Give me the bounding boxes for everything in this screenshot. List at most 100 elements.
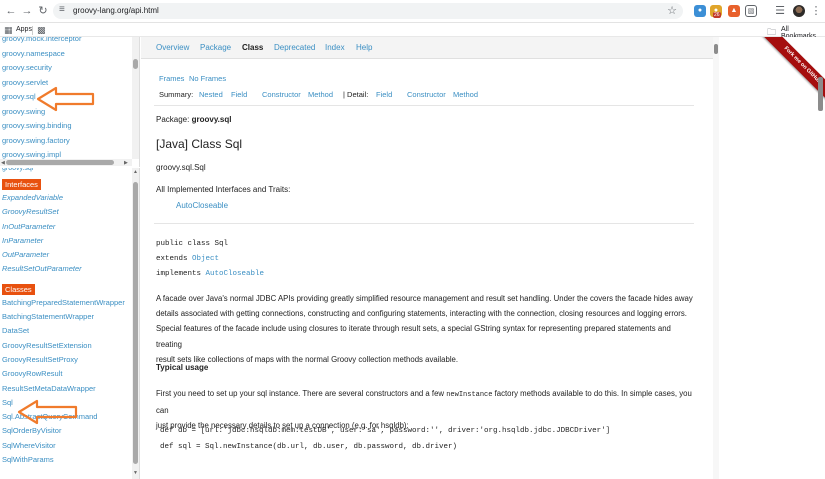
usage-line: First you need to set up your sql instan… [156, 386, 696, 418]
scrollbar-thumb[interactable] [133, 182, 138, 464]
class-item[interactable]: GroovyResultSetProxy [2, 355, 132, 369]
bookmark-apps[interactable]: Apps [16, 26, 32, 33]
interface-list: ExpandedVariable GroovyResultSet InOutPara… [2, 193, 132, 279]
no-frames-link[interactable]: No Frames [189, 74, 226, 83]
inline-code: newInstance [446, 391, 493, 399]
site-info-icon[interactable]: ≡ [59, 4, 65, 15]
interface-item[interactable]: GroovyResultSet [2, 207, 132, 221]
package-item[interactable]: groovy.mock.interceptor [2, 37, 81, 49]
page-scrollbar-thumb[interactable] [818, 77, 823, 111]
object-link[interactable]: Object [192, 255, 219, 263]
implements-keyword: implements [156, 270, 206, 278]
extends-line: extends Object [156, 255, 219, 263]
divider [154, 223, 694, 224]
forward-arrow-icon[interactable]: → [20, 4, 34, 18]
package-item[interactable]: groovy.security [2, 63, 81, 78]
description-line: result sets like collections of maps wit… [156, 354, 459, 364]
interface-item[interactable]: ResultSetOutParameter [2, 264, 132, 278]
summary-method-link[interactable]: Method [308, 90, 333, 99]
class-vertical-scrollbar[interactable] [132, 168, 139, 479]
implements-line: implements AutoCloseable [156, 270, 264, 278]
puzzle-icon[interactable]: ▧ [745, 5, 757, 17]
nav-index[interactable]: Index [325, 43, 345, 52]
autocloseable-link[interactable]: AutoCloseable [176, 201, 228, 210]
extension-icon[interactable]: ● [694, 5, 706, 17]
fully-qualified-name: groovy.sql.Sql [156, 163, 206, 172]
fork-me-ribbon[interactable]: Fork me on GitHub [758, 37, 825, 109]
class-doc-frame: Overview Package Class Deprecated Index … [141, 37, 713, 479]
url-text[interactable]: groovy-lang.org/api.html [73, 6, 159, 15]
apps-grid-icon[interactable]: ▦ [4, 25, 13, 36]
extends-keyword: extends [156, 255, 193, 263]
scroll-right-icon[interactable]: ▶ [124, 160, 128, 166]
nav-help[interactable]: Help [356, 43, 372, 52]
scroll-down-icon[interactable]: ▼ [133, 470, 138, 476]
scrollbar-thumb[interactable] [133, 59, 138, 69]
scrollbar-thumb[interactable] [714, 44, 718, 54]
nav-deprecated[interactable]: Deprecated [274, 43, 315, 52]
description-line: Special features of the facade include u… [156, 324, 671, 349]
summary-nested-link[interactable]: Nested [199, 90, 223, 99]
class-item[interactable]: DataSet [2, 326, 132, 340]
bookmark-star-icon[interactable]: ☆ [667, 4, 677, 17]
class-item[interactable]: SqlWithParams [2, 455, 132, 469]
menu-kebab-icon[interactable]: ⋮ [809, 4, 823, 18]
nav-overview[interactable]: Overview [156, 43, 189, 52]
package-heading: groovy.sql [2, 168, 34, 172]
package-label: Package: [156, 115, 190, 124]
autocloseable-decl-link[interactable]: AutoCloseable [206, 270, 265, 278]
detail-constructor-link[interactable]: Constructor [407, 90, 446, 99]
class-item[interactable]: SqlWhereVisitor [2, 441, 132, 455]
package-item[interactable]: groovy.namespace [2, 49, 81, 64]
bookmarks-bar: ▦ Apps ▩ 🗀 All Bookmarks [0, 23, 825, 40]
detail-field-link[interactable]: Field [376, 90, 392, 99]
interface-item[interactable]: InOutParameter [2, 222, 132, 236]
page-title: [Java] Class Sql [156, 137, 243, 151]
classes-list: BatchingPreparedStatementWrapper Batching… [2, 298, 132, 470]
class-item[interactable]: BatchingStatementWrapper [2, 312, 132, 326]
frames-link[interactable]: Frames [159, 74, 184, 83]
back-arrow-icon[interactable]: ← [4, 4, 18, 18]
classes-header: Classes [2, 283, 35, 295]
scrollbar-thumb[interactable] [6, 160, 114, 165]
scroll-left-icon[interactable]: ◀ [1, 160, 5, 166]
package-line: Package: groovy.sql [156, 115, 231, 124]
nav-package[interactable]: Package [200, 43, 231, 52]
code-line: def db = [url:'jdbc:hsqldb:mem:testDB', … [160, 427, 611, 435]
package-vertical-scrollbar[interactable] [132, 37, 139, 159]
interfaces-header: Interfaces [2, 179, 41, 190]
class-item[interactable]: GroovyRowResult [2, 369, 132, 383]
summary-field-link[interactable]: Field [231, 90, 247, 99]
summary-constructor-link[interactable]: Constructor [262, 90, 301, 99]
reload-icon[interactable]: ↻ [36, 4, 50, 18]
avatar[interactable] [793, 5, 805, 17]
class-list-frame: groovy.sql Interfaces ExpandedVariable Gr… [0, 168, 140, 479]
address-bar[interactable]: ≡ groovy-lang.org/api.html ☆ [53, 3, 683, 19]
extension-badge: 26 [713, 12, 721, 18]
package-name: groovy.sql [191, 115, 232, 124]
summary-label: Summary: [159, 90, 194, 99]
top-navigation: Overview Package Class Deprecated Index … [141, 37, 713, 59]
grid-icon[interactable]: ▩ [37, 25, 46, 36]
class-item[interactable]: ResultSetMetaDataWrapper [2, 384, 132, 398]
interface-item[interactable]: ExpandedVariable [2, 193, 132, 207]
extension-icon[interactable]: ▲ [728, 5, 740, 17]
class-declaration: public class Sql [156, 240, 229, 248]
interface-item[interactable]: OutParameter [2, 250, 132, 264]
class-item[interactable]: SqlOrderByVisitor [2, 426, 132, 440]
package-item[interactable]: groovy.swing.factory [2, 136, 81, 151]
detail-method-link[interactable]: Method [453, 90, 478, 99]
media-icon[interactable]: ☰ [773, 4, 787, 18]
nav-class: Class [242, 43, 264, 52]
package-horizontal-scrollbar[interactable] [0, 159, 132, 166]
description-paragraph: A facade over Java's normal JDBC APIs pr… [156, 291, 696, 367]
typical-usage-heading: Typical usage [156, 363, 209, 372]
detail-label: | Detail: [343, 90, 369, 99]
annotation-arrow-icon [17, 399, 78, 425]
package-item[interactable]: groovy.swing.binding [2, 121, 81, 136]
interface-item[interactable]: InParameter [2, 236, 132, 250]
annotation-arrow-icon [36, 86, 95, 112]
class-item[interactable]: GroovyResultSetExtension [2, 341, 132, 355]
scroll-up-icon[interactable]: ▲ [133, 169, 138, 175]
class-item[interactable]: BatchingPreparedStatementWrapper [2, 298, 132, 312]
